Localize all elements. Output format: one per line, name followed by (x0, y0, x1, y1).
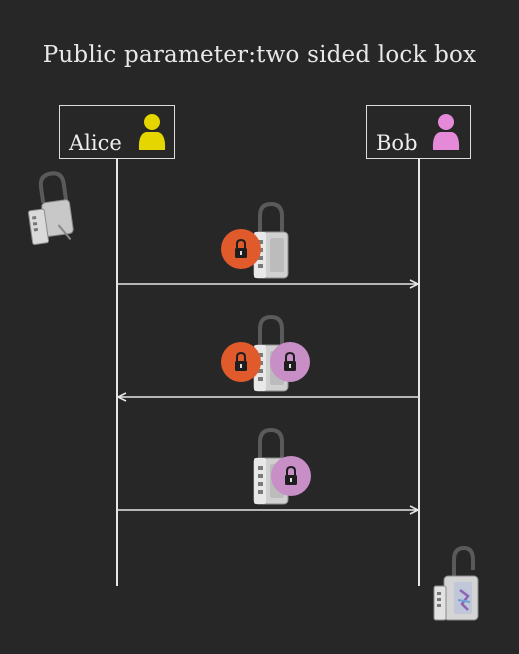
bob-lock-badge-3 (271, 456, 311, 496)
bob-open-lockbox-icon (433, 545, 479, 621)
alice-lock-badge-1 (221, 229, 261, 269)
bob-lock-badge-2 (270, 342, 310, 382)
alice-lock-badge-2 (221, 342, 261, 382)
alice-lockbox-icon (27, 171, 74, 245)
diagram-canvas (27, 171, 479, 621)
